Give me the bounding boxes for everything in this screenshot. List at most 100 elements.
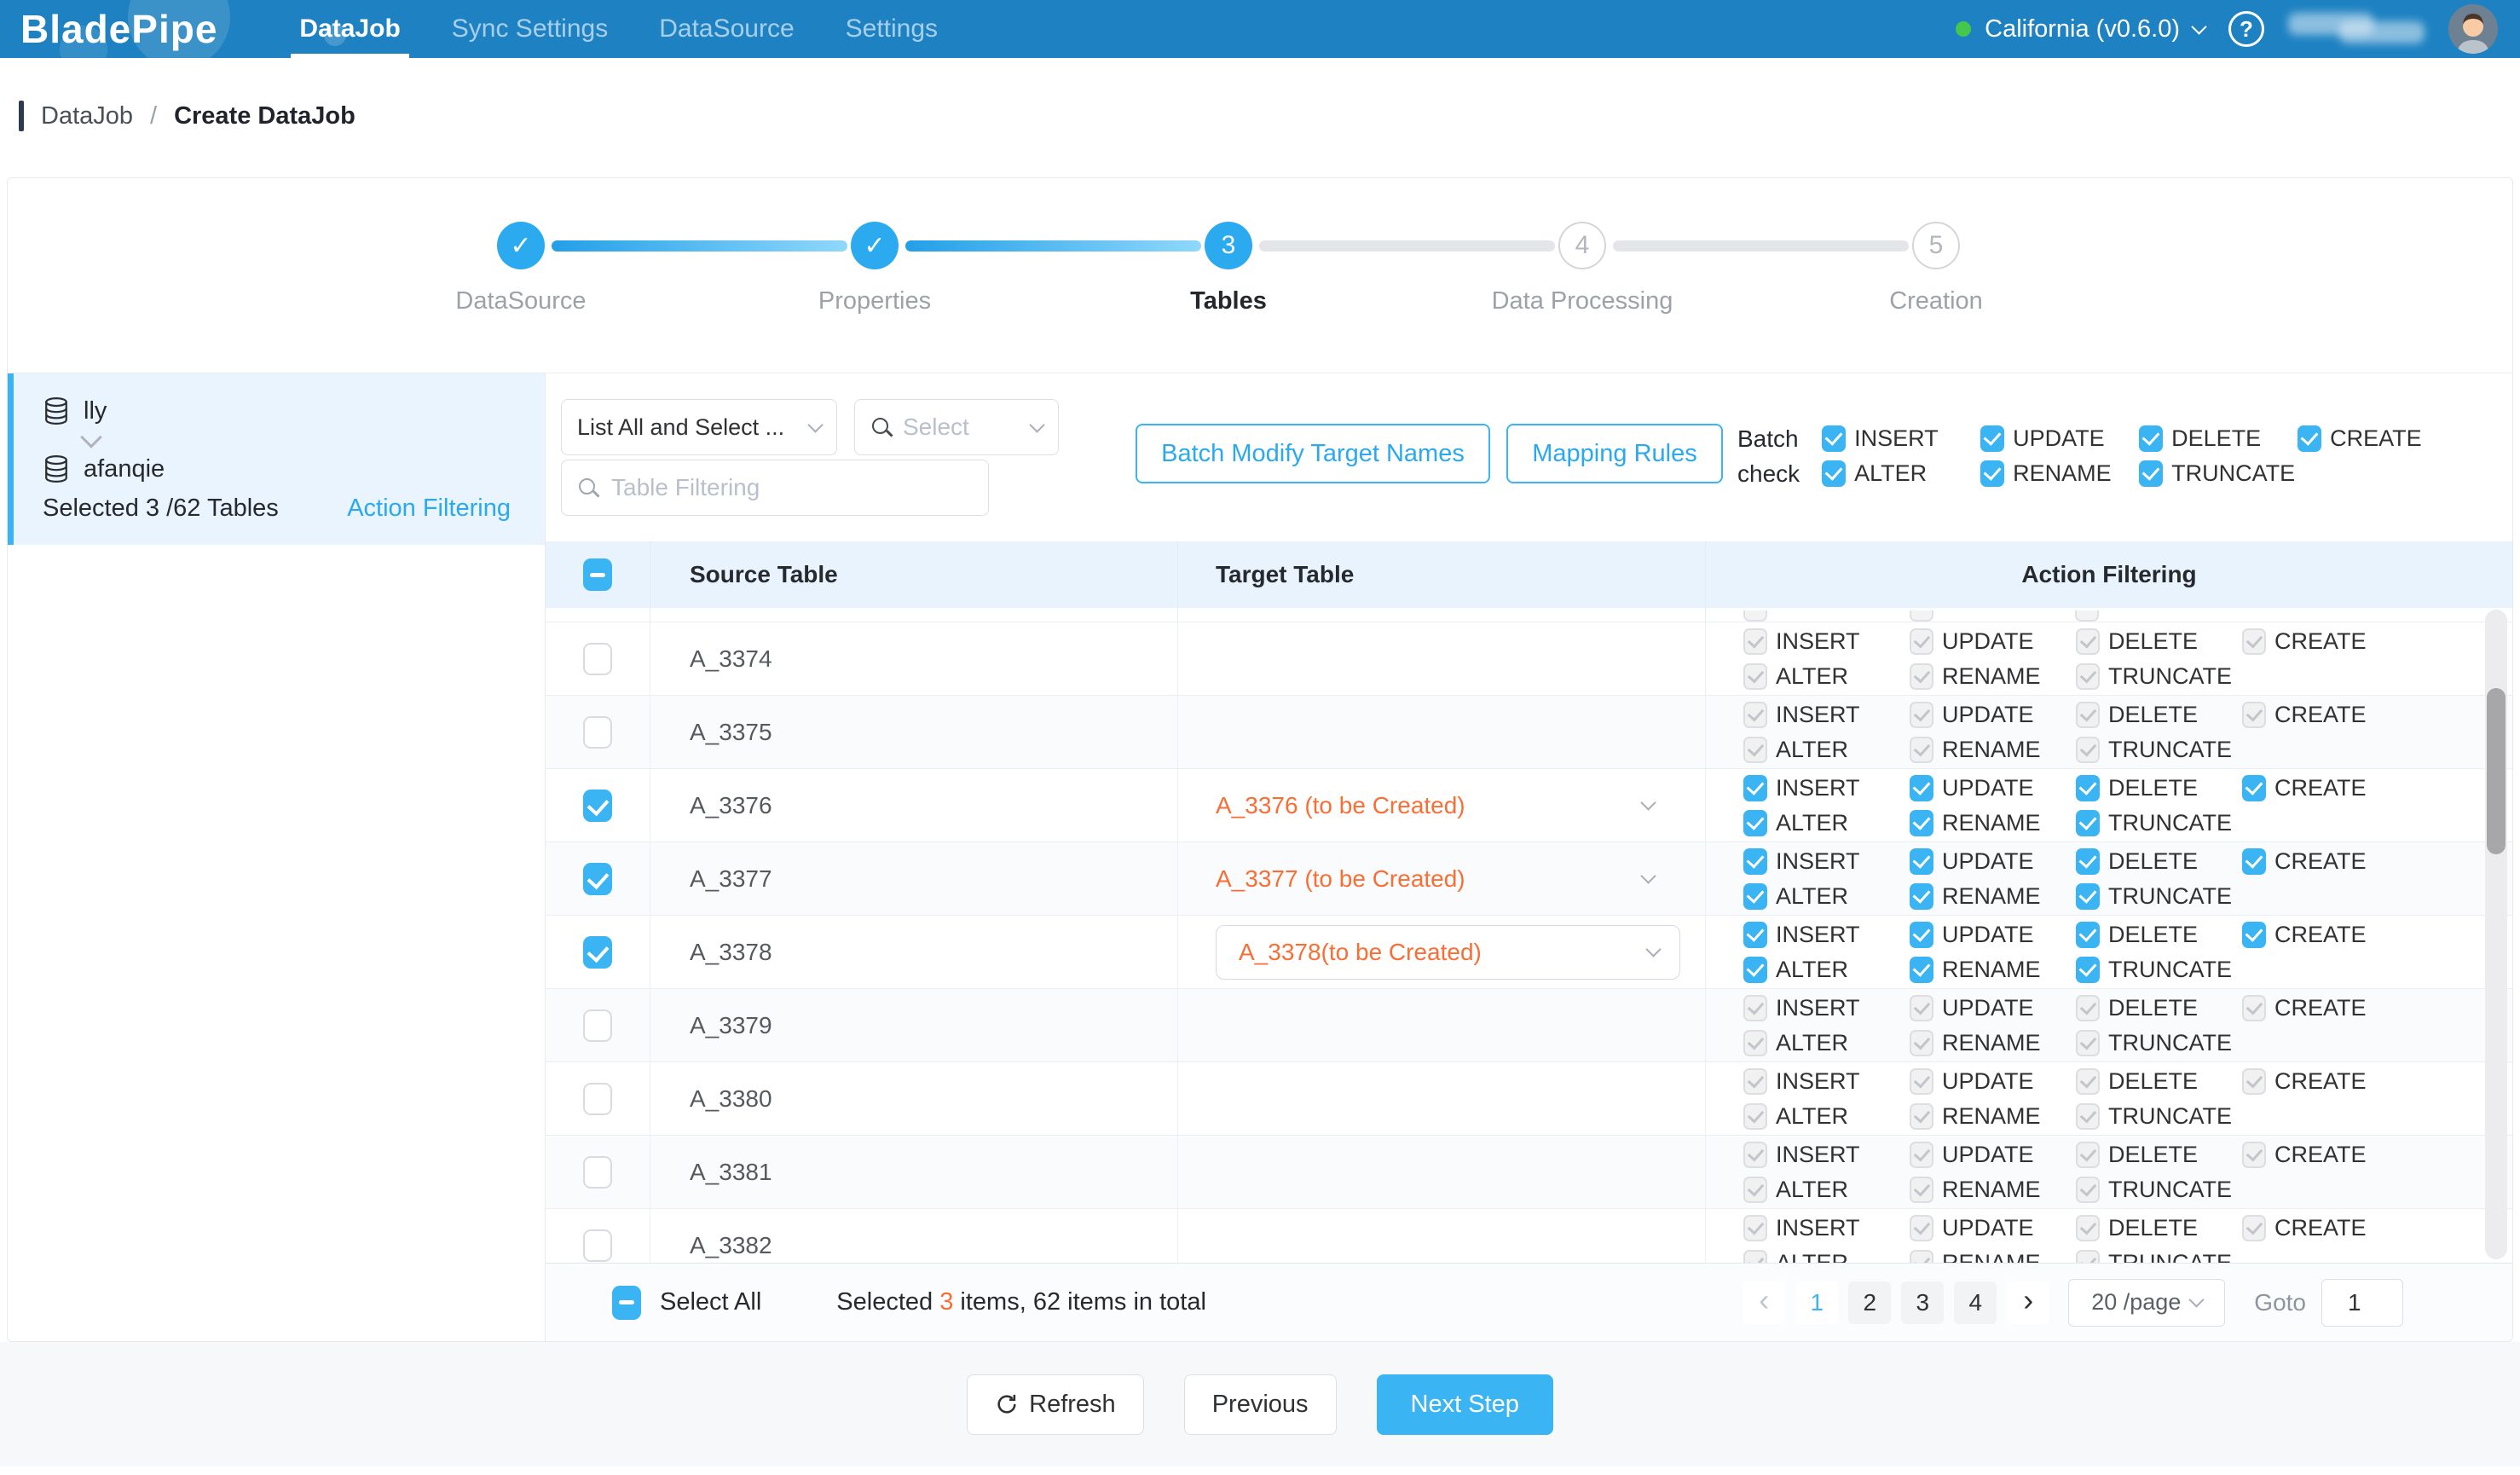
action-checkbox[interactable]: [2242, 922, 2266, 948]
page-button-2[interactable]: 2: [1848, 1281, 1891, 1324]
action-checkbox[interactable]: [2076, 995, 2100, 1021]
action-checkbox[interactable]: [1743, 702, 1767, 728]
action-checkbox[interactable]: [1743, 1142, 1767, 1168]
scrollbar-track[interactable]: [2485, 610, 2507, 1259]
action-checkbox[interactable]: [1822, 460, 1846, 487]
action-checkbox[interactable]: [1743, 663, 1767, 690]
action-checkbox[interactable]: [1743, 922, 1767, 948]
select-all-footer-checkbox[interactable]: [612, 1286, 641, 1320]
action-checkbox[interactable]: [2242, 775, 2266, 801]
avatar[interactable]: [2448, 4, 2498, 54]
next-page-button[interactable]: ›: [2007, 1281, 2049, 1324]
row-checkbox[interactable]: [583, 1009, 612, 1042]
action-checkbox[interactable]: [1743, 1250, 1767, 1264]
action-checkbox[interactable]: [1743, 957, 1767, 983]
action-checkbox[interactable]: [1910, 1142, 1933, 1168]
action-checkbox[interactable]: [1822, 425, 1846, 452]
action-checkbox[interactable]: [1910, 1030, 1933, 1056]
action-checkbox[interactable]: [1910, 883, 1933, 910]
previous-button[interactable]: Previous: [1184, 1374, 1337, 1435]
step-circle-properties[interactable]: ✓: [851, 222, 899, 269]
action-checkbox[interactable]: [1743, 1030, 1767, 1056]
page-button-3[interactable]: 3: [1901, 1281, 1944, 1324]
action-checkbox[interactable]: [1910, 702, 1933, 728]
page-button-1[interactable]: 1: [1795, 1281, 1838, 1324]
action-checkbox[interactable]: [1910, 1177, 1933, 1203]
action-checkbox[interactable]: [1743, 1177, 1767, 1203]
action-checkbox[interactable]: [2076, 1177, 2100, 1203]
next-step-button[interactable]: Next Step: [1377, 1374, 1553, 1435]
action-checkbox[interactable]: [2242, 1142, 2266, 1168]
action-checkbox[interactable]: [1743, 628, 1767, 655]
action-checkbox[interactable]: [2076, 628, 2100, 655]
action-checkbox[interactable]: [2076, 663, 2100, 690]
row-checkbox[interactable]: [583, 716, 612, 749]
action-checkbox[interactable]: [1980, 425, 2004, 452]
target-select[interactable]: Select: [854, 399, 1059, 455]
goto-page-input[interactable]: [2321, 1279, 2403, 1327]
action-checkbox[interactable]: [2076, 1103, 2100, 1130]
action-checkbox[interactable]: [1910, 1215, 1933, 1241]
row-checkbox[interactable]: [583, 1156, 612, 1189]
action-checkbox[interactable]: [2139, 460, 2163, 487]
action-checkbox[interactable]: [1980, 460, 2004, 487]
action-checkbox[interactable]: [2076, 848, 2100, 875]
row-checkbox[interactable]: [583, 643, 612, 675]
action-checkbox[interactable]: [2242, 848, 2266, 875]
action-checkbox[interactable]: [1910, 1103, 1933, 1130]
action-checkbox[interactable]: [2242, 628, 2266, 655]
batch-modify-target-names-button[interactable]: Batch Modify Target Names: [1136, 424, 1490, 483]
action-checkbox[interactable]: [1743, 737, 1767, 763]
refresh-button[interactable]: Refresh: [967, 1374, 1144, 1435]
action-checkbox[interactable]: [1743, 1215, 1767, 1241]
action-checkbox[interactable]: [2242, 1068, 2266, 1095]
action-checkbox[interactable]: [2242, 995, 2266, 1021]
action-checkbox[interactable]: [1910, 957, 1933, 983]
mapping-rules-button[interactable]: Mapping Rules: [1506, 424, 1723, 483]
action-checkbox[interactable]: [2076, 1142, 2100, 1168]
action-checkbox[interactable]: [1910, 922, 1933, 948]
row-checkbox[interactable]: [583, 936, 612, 969]
action-checkbox[interactable]: [1743, 1103, 1767, 1130]
action-checkbox[interactable]: [2076, 1250, 2100, 1264]
per-page-select[interactable]: 20 /page: [2068, 1279, 2225, 1327]
action-checkbox[interactable]: [1910, 737, 1933, 763]
action-checkbox[interactable]: [2297, 425, 2321, 452]
row-checkbox[interactable]: [583, 1229, 612, 1262]
target-table-select[interactable]: A_3376 (to be Created): [1216, 792, 1705, 819]
help-icon[interactable]: ?: [2228, 11, 2264, 47]
action-checkbox[interactable]: [2076, 883, 2100, 910]
action-checkbox[interactable]: [1743, 848, 1767, 875]
select-all-checkbox[interactable]: [583, 558, 612, 591]
action-checkbox[interactable]: [2076, 1068, 2100, 1095]
action-checkbox[interactable]: [1910, 775, 1933, 801]
row-checkbox[interactable]: [583, 790, 612, 822]
action-checkbox[interactable]: [2076, 922, 2100, 948]
step-circle-tables[interactable]: 3: [1205, 222, 1252, 269]
breadcrumb-parent[interactable]: DataJob: [41, 102, 133, 130]
action-checkbox[interactable]: [2076, 737, 2100, 763]
action-checkbox[interactable]: [2076, 810, 2100, 836]
action-checkbox[interactable]: [1910, 995, 1933, 1021]
action-checkbox[interactable]: [2139, 425, 2163, 452]
scrollbar-thumb[interactable]: [2487, 688, 2506, 854]
action-checkbox[interactable]: [2242, 1215, 2266, 1241]
nav-item-settings[interactable]: Settings: [846, 0, 938, 58]
action-checkbox[interactable]: [1910, 1250, 1933, 1264]
nav-item-sync-settings[interactable]: Sync Settings: [452, 0, 608, 58]
nav-item-datasource[interactable]: DataSource: [659, 0, 794, 58]
action-checkbox[interactable]: [2076, 957, 2100, 983]
action-checkbox[interactable]: [1910, 628, 1933, 655]
table-filter-input[interactable]: [611, 474, 973, 501]
target-table-select[interactable]: A_3378(to be Created): [1216, 925, 1680, 980]
row-checkbox[interactable]: [583, 863, 612, 895]
action-checkbox[interactable]: [1743, 1068, 1767, 1095]
target-table-select[interactable]: A_3377 (to be Created): [1216, 865, 1705, 893]
action-checkbox[interactable]: [2242, 702, 2266, 728]
action-checkbox[interactable]: [2076, 1030, 2100, 1056]
action-checkbox[interactable]: [1743, 810, 1767, 836]
action-checkbox[interactable]: [1743, 883, 1767, 910]
action-checkbox[interactable]: [1743, 995, 1767, 1021]
action-checkbox[interactable]: [1910, 848, 1933, 875]
row-checkbox[interactable]: [583, 1083, 612, 1115]
